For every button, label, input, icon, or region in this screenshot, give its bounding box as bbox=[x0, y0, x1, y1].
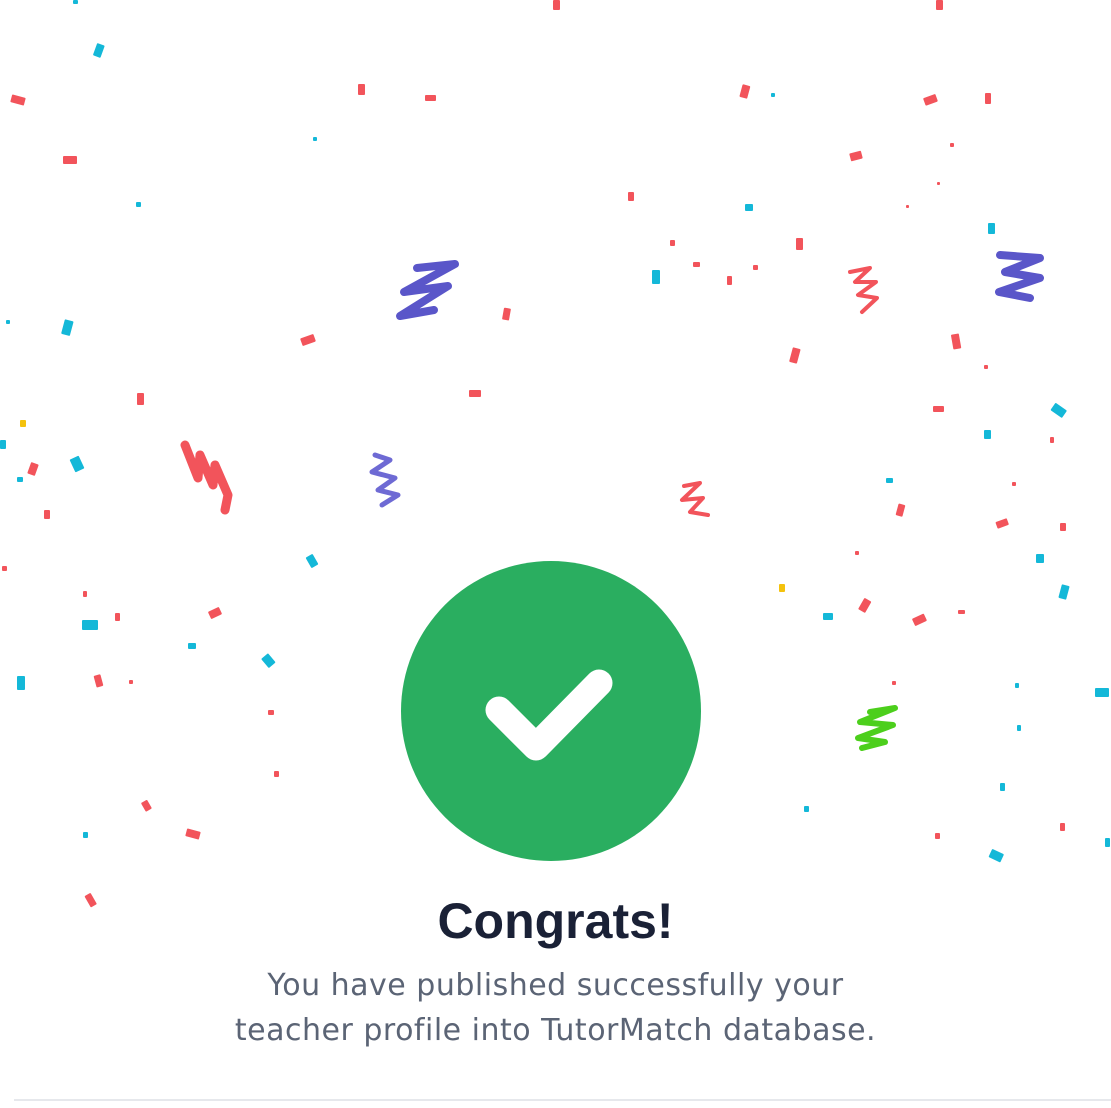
success-checkmark-circle bbox=[401, 561, 701, 861]
success-title: Congrats! bbox=[437, 893, 674, 949]
success-message-line-1: You have published successfully your bbox=[267, 968, 844, 1003]
checkmark-icon bbox=[485, 669, 613, 761]
success-message: You have published successfully your tea… bbox=[0, 963, 1111, 1053]
bottom-divider bbox=[14, 1099, 1111, 1101]
success-message-line-2: teacher profile into TutorMatch database… bbox=[234, 1013, 877, 1048]
